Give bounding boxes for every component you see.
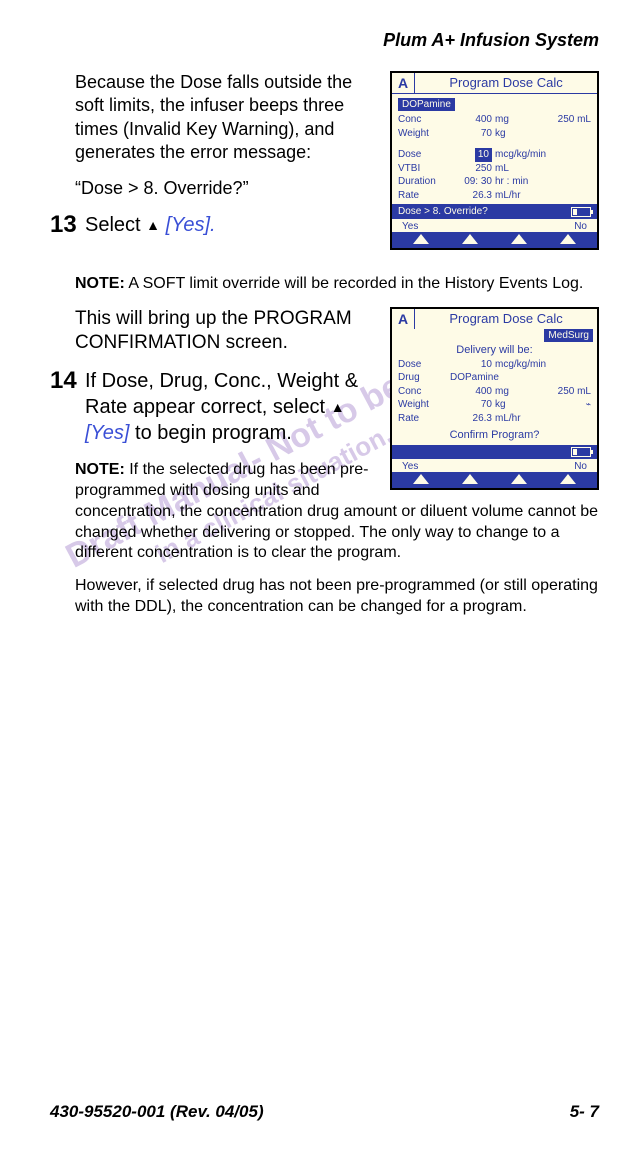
softkey-yes[interactable]: Yes: [402, 221, 418, 232]
highlight-value: 10: [475, 148, 492, 162]
step-14-text: If Dose, Drug, Conc., Weight & Rate appe…: [85, 368, 380, 446]
softkey-arrow-row: [392, 232, 597, 248]
step-number: 14: [50, 368, 85, 394]
up-arrow-glyph: ▲: [146, 217, 160, 233]
field-extra: 250 mL: [553, 113, 591, 127]
field-unit: mg: [495, 385, 553, 399]
field-value: 70: [450, 127, 495, 141]
note-label: NOTE:: [75, 461, 125, 478]
delivery-header: Delivery will be:: [392, 342, 597, 358]
field-label: Weight: [398, 127, 450, 141]
field-unit: mcg/kg/min: [495, 358, 553, 372]
up-arrow-icon[interactable]: [413, 234, 429, 244]
field-unit: mL/hr: [495, 189, 553, 203]
screen-title: Program Dose Calc: [415, 309, 597, 329]
yes-action: [Yes].: [166, 214, 216, 236]
page-header: Plum A+ Infusion System: [50, 30, 599, 51]
field-value: 400: [450, 385, 495, 399]
field-unit: mcg/kg/min: [495, 148, 553, 162]
softkey-no[interactable]: No: [574, 221, 587, 232]
field-unit: mg: [495, 113, 553, 127]
field-unit: mL/hr: [495, 412, 553, 426]
field-value: 250: [450, 162, 495, 176]
step-text-a: Select: [85, 214, 146, 236]
device-screen-confirm: A Program Dose Calc MedSurg Delivery wil…: [390, 307, 599, 490]
field-label: Duration: [398, 175, 450, 189]
device-screen-override: A Program Dose Calc DOPamine Conc400mg25…: [390, 71, 599, 250]
field-extra: [553, 358, 591, 372]
softkey-yes[interactable]: Yes: [402, 461, 418, 472]
field-value: 26.3: [450, 189, 495, 203]
field-label: VTBI: [398, 162, 450, 176]
care-area-chip: MedSurg: [544, 329, 593, 342]
field-value: 26.3: [450, 412, 495, 426]
up-arrow-icon[interactable]: [560, 474, 576, 484]
step-text-a: If Dose, Drug, Conc., Weight & Rate appe…: [85, 370, 358, 418]
field-value: 10: [450, 358, 495, 372]
field-label: Weight: [398, 398, 450, 412]
field-value: DOPamine: [450, 371, 553, 385]
field-label: Conc: [398, 385, 450, 399]
yes-action: [Yes]: [85, 422, 129, 444]
step-14-note-2: However, if selected drug has not been p…: [75, 576, 599, 618]
field-label: Conc: [398, 113, 450, 127]
up-arrow-icon[interactable]: [511, 474, 527, 484]
status-message: Dose > 8. Override?: [398, 206, 488, 217]
battery-icon: [571, 447, 591, 457]
up-arrow-icon[interactable]: [413, 474, 429, 484]
up-arrow-icon[interactable]: [462, 474, 478, 484]
footer-docid: 430-95520-001 (Rev. 04/05): [50, 1102, 264, 1122]
channel-indicator: A: [392, 309, 415, 329]
field-value: 09: 30: [450, 175, 495, 189]
drug-tag: DOPamine: [398, 98, 455, 111]
up-arrow-glyph: ▲: [331, 399, 345, 415]
field-extra: [553, 127, 591, 141]
screen-title: Program Dose Calc: [415, 73, 597, 93]
field-extra: 250 mL: [553, 385, 591, 399]
step-text-b: to begin program.: [129, 422, 291, 444]
confirm-question: Confirm Program?: [398, 425, 591, 443]
softkey-no[interactable]: No: [574, 461, 587, 472]
up-arrow-icon[interactable]: [462, 234, 478, 244]
field-value: 400: [450, 113, 495, 127]
alert-icon: ⌁: [553, 398, 591, 412]
field-unit: kg: [495, 398, 553, 412]
step-13-note: NOTE: A SOFT limit override will be reco…: [75, 274, 599, 295]
note-text: A SOFT limit override will be recorded i…: [125, 275, 584, 292]
field-value: 10: [450, 148, 495, 162]
up-arrow-icon[interactable]: [560, 234, 576, 244]
note-label: NOTE:: [75, 275, 125, 292]
field-unit: kg: [495, 127, 553, 141]
step-number: 13: [50, 212, 85, 238]
field-unit: hr : min: [495, 175, 553, 189]
footer-page: 5- 7: [570, 1102, 599, 1122]
field-label: Rate: [398, 189, 450, 203]
field-value: 70: [450, 398, 495, 412]
up-arrow-icon[interactable]: [511, 234, 527, 244]
field-label: Drug: [398, 371, 450, 385]
softkey-arrow-row: [392, 472, 597, 488]
field-unit: mL: [495, 162, 553, 176]
channel-indicator: A: [392, 73, 415, 93]
field-label: Dose: [398, 358, 450, 372]
field-label: Dose: [398, 148, 450, 162]
field-label: Rate: [398, 412, 450, 426]
step-13-text: Select ▲ [Yes].: [85, 212, 216, 238]
battery-icon: [571, 207, 591, 217]
